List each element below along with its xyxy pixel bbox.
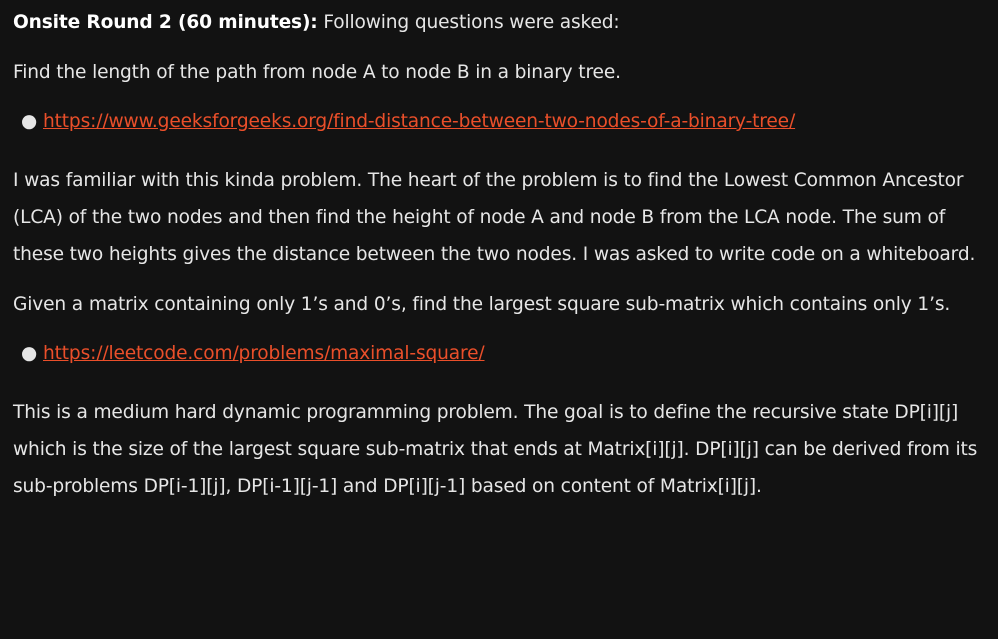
round-title: Onsite Round 2 (60 minutes): [13, 12, 318, 33]
question-2-link[interactable]: https://leetcode.com/problems/maximal-sq… [43, 343, 485, 364]
question-1-text: Find the length of the path from node A … [13, 62, 621, 83]
question-2-links: ● https://leetcode.com/problems/maximal-… [13, 335, 986, 372]
bullet-icon: ● [21, 111, 38, 132]
list-item: ● https://leetcode.com/problems/maximal-… [21, 335, 986, 372]
round-heading: Onsite Round 2 (60 minutes): Following q… [13, 4, 986, 41]
question-2-explanation: This is a medium hard dynamic programmin… [13, 402, 978, 497]
round-subtitle: Following questions were asked: [317, 12, 620, 33]
bullet-icon: ● [21, 343, 38, 364]
question-1-links: ● https://www.geeksforgeeks.org/find-dis… [13, 103, 986, 140]
list-item: ● https://www.geeksforgeeks.org/find-dis… [21, 103, 986, 140]
question-2-text: Given a matrix containing only 1’s and 0… [13, 294, 951, 315]
question-1-explanation: I was familiar with this kinda problem. … [13, 170, 976, 265]
article-body: Onsite Round 2 (60 minutes): Following q… [0, 0, 998, 505]
question-1-link[interactable]: https://www.geeksforgeeks.org/find-dista… [43, 111, 795, 132]
